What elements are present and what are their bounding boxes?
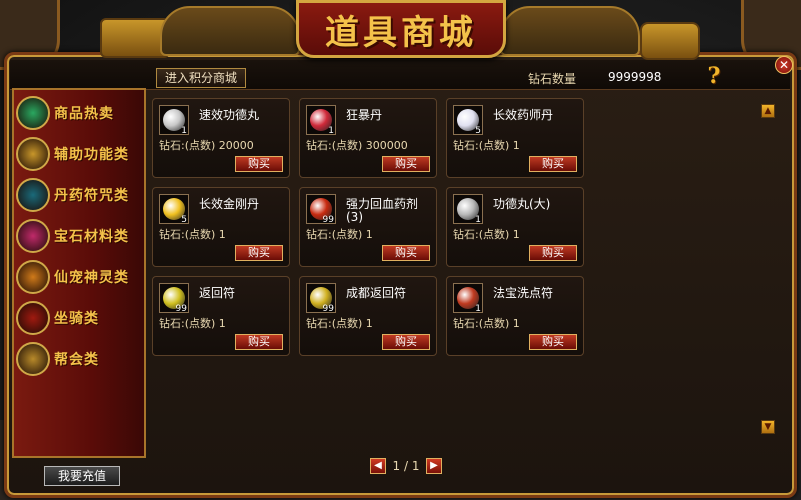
item-card: 1 法宝洗点符钻石:(点数) 1 购买 <box>446 276 584 356</box>
sidebar-label-0: 商品热卖 <box>54 106 114 122</box>
item-quantity: 5 <box>181 215 187 225</box>
item-icon[interactable]: 1 <box>159 105 189 136</box>
item-price: 钻石:(点数) 1 <box>306 317 373 330</box>
buy-button[interactable]: 购买 <box>529 156 577 172</box>
close-button[interactable]: ✕ <box>775 56 793 74</box>
sidebar-item-4[interactable]: 仙宠神灵类 <box>14 258 148 296</box>
diamond-count-label: 钻石数量 <box>528 72 577 86</box>
item-quantity: 1 <box>475 215 481 225</box>
close-icon: ✕ <box>778 58 790 72</box>
dragon-ornament-right <box>500 6 640 56</box>
item-icon[interactable]: 5 <box>159 194 189 225</box>
item-quantity: 1 <box>475 304 481 314</box>
points-mall-button[interactable]: 进入积分商城 <box>156 68 246 88</box>
sidebar-item-2[interactable]: 丹药符咒类 <box>14 176 148 214</box>
item-quantity: 1 <box>328 126 334 136</box>
header-bar <box>10 60 790 90</box>
help-icon[interactable]: ? <box>702 64 726 88</box>
sidebar-icon-4 <box>16 260 50 294</box>
gold-ingot-icon <box>640 22 700 60</box>
sidebar-label-3: 宝石材料类 <box>54 229 129 245</box>
item-price: 钻石:(点数) 1 <box>159 228 226 241</box>
sidebar-label-4: 仙宠神灵类 <box>54 270 129 286</box>
sidebar-icon-3 <box>16 219 50 253</box>
buy-button[interactable]: 购买 <box>235 245 283 261</box>
buy-button[interactable]: 购买 <box>382 156 430 172</box>
sidebar-icon-0 <box>16 96 50 130</box>
sidebar-icon-6 <box>16 342 50 376</box>
item-card: 99 强力回血药剂(3) 钻石:(点数) 1 购买 <box>299 187 437 267</box>
item-price: 钻石:(点数) 1 <box>159 317 226 330</box>
sidebar-item-0[interactable]: 商品热卖 <box>14 94 148 132</box>
buy-button[interactable]: 购买 <box>235 334 283 350</box>
item-name: 功德丸(大) <box>493 197 551 211</box>
item-icon[interactable]: 99 <box>159 283 189 314</box>
item-name: 速效功德丸 <box>199 108 260 122</box>
buy-button[interactable]: 购买 <box>382 334 430 350</box>
item-card: 1 速效功德丸钻石:(点数) 20000 购买 <box>152 98 290 178</box>
title-banner: 道具商城 <box>296 0 506 58</box>
item-card: 99 返回符钻石:(点数) 1 购买 <box>152 276 290 356</box>
item-card: 5 长效金刚丹钻石:(点数) 1 购买 <box>152 187 290 267</box>
item-quantity: 5 <box>475 126 481 136</box>
item-name: 强力回血药剂(3) <box>346 197 419 224</box>
next-page-button[interactable]: ▶ <box>426 458 442 474</box>
item-price: 钻石:(点数) 1 <box>453 228 520 241</box>
buy-button[interactable]: 购买 <box>235 156 283 172</box>
sidebar-item-5[interactable]: 坐骑类 <box>14 299 148 337</box>
buy-button[interactable]: 购买 <box>529 334 577 350</box>
item-icon[interactable]: 99 <box>306 194 336 225</box>
prev-page-button[interactable]: ◀ <box>370 458 386 474</box>
item-name: 长效药师丹 <box>493 108 554 122</box>
item-quantity: 1 <box>181 126 187 136</box>
item-icon[interactable]: 99 <box>306 283 336 314</box>
item-name: 返回符 <box>199 286 236 300</box>
sidebar-item-6[interactable]: 帮会类 <box>14 340 148 378</box>
item-name: 长效金刚丹 <box>199 197 260 211</box>
page-indicator: 1 / 1 <box>392 459 420 473</box>
recharge-button[interactable]: 我要充值 <box>44 466 120 486</box>
sidebar-item-3[interactable]: 宝石材料类 <box>14 217 148 255</box>
category-sidebar: 商品热卖辅助功能类丹药符咒类宝石材料类仙宠神灵类坐骑类帮会类 <box>12 88 146 458</box>
item-quantity: 99 <box>322 215 334 225</box>
sidebar-icon-5 <box>16 301 50 335</box>
item-price: 钻石:(点数) 20000 <box>159 139 254 152</box>
item-grid: 1 速效功德丸钻石:(点数) 20000 购买 1 狂暴丹钻石:(点数) 300000 购… <box>150 90 780 478</box>
item-card: 5 长效药师丹钻石:(点数) 1 购买 <box>446 98 584 178</box>
scroll-down-button[interactable]: ▼ <box>761 420 775 434</box>
buy-button[interactable]: 购买 <box>382 245 430 261</box>
item-card: 99 成都返回符钻石:(点数) 1 购买 <box>299 276 437 356</box>
item-name: 法宝洗点符 <box>493 286 554 300</box>
sidebar-label-6: 帮会类 <box>54 352 99 368</box>
item-card: 1 功德丸(大) 钻石:(点数) 1 购买 <box>446 187 584 267</box>
sidebar-icon-1 <box>16 137 50 171</box>
item-icon[interactable]: 1 <box>453 283 483 314</box>
item-icon[interactable]: 1 <box>306 105 336 136</box>
sidebar-label-2: 丹药符咒类 <box>54 188 129 204</box>
sidebar-item-1[interactable]: 辅助功能类 <box>14 135 148 173</box>
item-quantity: 99 <box>322 304 334 314</box>
item-price: 钻石:(点数) 1 <box>306 228 373 241</box>
item-icon[interactable]: 5 <box>453 105 483 136</box>
sidebar-label-1: 辅助功能类 <box>54 147 129 163</box>
item-price: 钻石:(点数) 1 <box>453 317 520 330</box>
item-name: 成都返回符 <box>346 286 407 300</box>
dragon-ornament-left <box>160 6 300 56</box>
item-price: 钻石:(点数) 1 <box>453 139 520 152</box>
scroll-up-button[interactable]: ▲ <box>761 104 775 118</box>
item-icon[interactable]: 1 <box>453 194 483 225</box>
window-title: 道具商城 <box>325 12 477 53</box>
diamond-count-value: 9999998 <box>608 70 662 84</box>
sidebar-label-5: 坐骑类 <box>54 311 99 327</box>
sidebar-icon-2 <box>16 178 50 212</box>
item-price: 钻石:(点数) 300000 <box>306 139 408 152</box>
buy-button[interactable]: 购买 <box>529 245 577 261</box>
item-quantity: 99 <box>175 304 187 314</box>
item-card: 1 狂暴丹钻石:(点数) 300000 购买 <box>299 98 437 178</box>
item-name: 狂暴丹 <box>346 108 383 122</box>
